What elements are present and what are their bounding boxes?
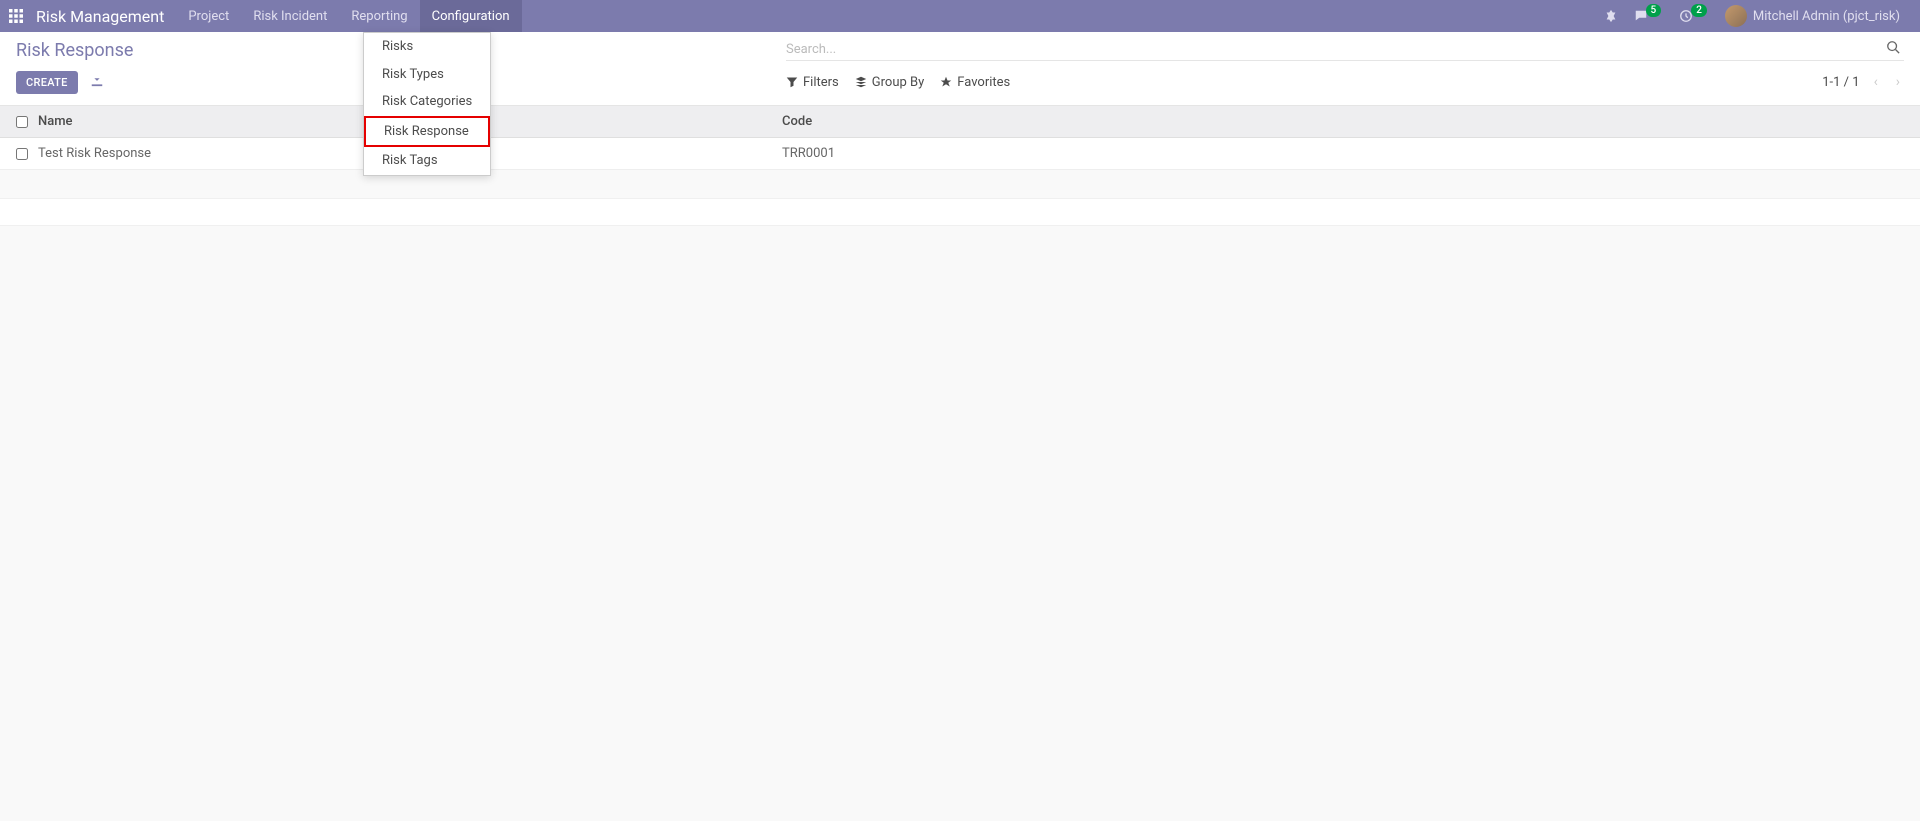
filters-label: Filters [803,75,839,90]
avatar [1725,5,1747,27]
nav-reporting[interactable]: Reporting [339,0,419,32]
dropdown-risks[interactable]: Risks [364,33,490,61]
filters-button[interactable]: Filters [786,75,839,90]
search-icon[interactable] [1882,40,1904,58]
dropdown-risk-tags[interactable]: Risk Tags [364,147,490,175]
dropdown-risk-types[interactable]: Risk Types [364,61,490,89]
activity-icon[interactable]: 2 [1671,0,1717,32]
header-code[interactable]: Code [782,114,1904,129]
user-name: Mitchell Admin (pjct_risk) [1753,9,1912,24]
pager-text[interactable]: 1-1 / 1 [1822,75,1859,90]
discuss-icon[interactable]: 5 [1626,0,1672,32]
pager-prev[interactable]: ‹ [1870,74,1882,90]
layers-icon [855,76,867,88]
nav-project[interactable]: Project [176,0,241,32]
apps-icon[interactable] [0,0,32,32]
brand-title[interactable]: Risk Management [32,7,176,26]
activity-badge: 2 [1691,4,1707,17]
groupby-label: Group By [872,75,925,90]
empty-bar [0,198,1920,226]
dropdown-risk-categories[interactable]: Risk Categories [364,88,490,116]
search-input[interactable] [786,42,1882,57]
favorites-button[interactable]: Favorites [940,75,1010,90]
import-button[interactable] [86,69,108,95]
pager-next[interactable]: › [1892,74,1904,90]
row-checkbox[interactable] [16,148,28,160]
user-menu[interactable]: Mitchell Admin (pjct_risk) [1717,0,1920,32]
dropdown-risk-response[interactable]: Risk Response [364,116,490,148]
filter-icon [786,76,798,88]
table-row[interactable]: Test Risk Response TRR0001 [0,138,1920,170]
create-button[interactable]: CREATE [16,71,78,94]
nav-risk-incident[interactable]: Risk Incident [241,0,339,32]
groupby-button[interactable]: Group By [855,75,925,90]
nav-configuration[interactable]: Configuration [420,0,522,32]
star-icon [940,76,952,88]
debug-icon[interactable] [1596,0,1626,32]
configuration-dropdown: Risks Risk Types Risk Categories Risk Re… [363,32,491,176]
favorites-label: Favorites [957,75,1010,90]
discuss-badge: 5 [1646,4,1662,17]
row-code: TRR0001 [782,146,1904,161]
select-all-checkbox[interactable] [16,116,28,128]
